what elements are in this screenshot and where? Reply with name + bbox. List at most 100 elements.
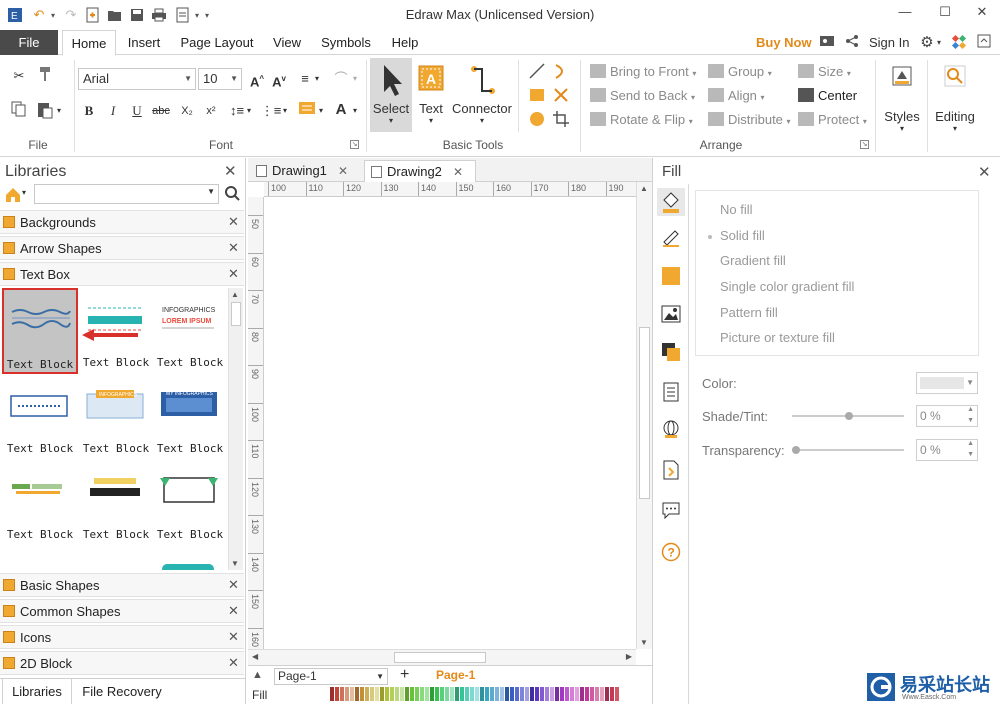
hyperlink-globe-icon[interactable]	[661, 420, 681, 440]
page-select[interactable]: Page-1 ▼	[274, 668, 388, 685]
minimize-icon[interactable]: —	[893, 4, 917, 24]
close-icon[interactable]: ✕	[228, 266, 239, 282]
scroll-up-icon[interactable]: ▲	[231, 290, 239, 299]
font-family-select[interactable]: Arial ▼	[78, 68, 196, 90]
text-block-shape[interactable]: INFOGRAPHICS Text Block	[78, 374, 150, 458]
copy-icon[interactable]	[8, 101, 30, 121]
crop-tool-icon[interactable]	[550, 110, 572, 130]
color-swatch[interactable]	[615, 687, 619, 701]
color-swatch[interactable]	[435, 687, 439, 701]
color-swatch[interactable]	[505, 687, 509, 701]
color-swatch[interactable]	[510, 687, 514, 701]
color-swatch[interactable]	[350, 687, 354, 701]
apps-icon[interactable]	[950, 34, 968, 52]
color-swatch[interactable]	[470, 687, 474, 701]
color-swatch[interactable]	[415, 687, 419, 701]
text-block-shape[interactable]: Text Block	[152, 460, 224, 544]
connector-tool-button[interactable]: Connector ▾	[450, 58, 514, 132]
color-swatch[interactable]	[490, 687, 494, 701]
subscript-button[interactable]: X₂	[176, 101, 198, 121]
crossing-tool-icon[interactable]	[550, 86, 572, 106]
styles-button[interactable]: Styles ▾	[880, 60, 924, 140]
color-picker[interactable]: ▼	[916, 372, 978, 394]
line-spacing-dropdown-icon[interactable]: ▾	[244, 101, 254, 121]
tab-symbols[interactable]: Symbols	[316, 30, 376, 55]
text-block-shape[interactable]: MY INFOGRAPHICS Text Block	[152, 374, 224, 458]
shade-tint-slider-thumb[interactable]	[845, 412, 853, 420]
image-icon[interactable]	[661, 304, 681, 324]
text-highlight-icon[interactable]	[296, 101, 318, 121]
text-tool-button[interactable]: A Text ▾	[414, 58, 448, 132]
color-swatch[interactable]	[345, 687, 349, 701]
bullets-icon[interactable]: ⋮≡	[260, 101, 282, 121]
library-category-icons[interactable]: Icons ✕	[0, 625, 244, 649]
color-swatch[interactable]	[480, 687, 484, 701]
scroll-down-icon[interactable]: ▼	[231, 559, 239, 568]
tab-page-layout[interactable]: Page Layout	[176, 30, 258, 55]
color-swatch[interactable]	[440, 687, 444, 701]
file-menu[interactable]: File	[0, 30, 58, 55]
horizontal-scrollbar[interactable]: ◀ ▶	[248, 649, 636, 665]
close-icon[interactable]: ✕	[453, 161, 463, 183]
bring-to-front-button[interactable]: Bring to Front ▾	[590, 62, 696, 82]
ellipse-tool-icon[interactable]	[526, 110, 548, 130]
color-swatch[interactable]	[500, 687, 504, 701]
maximize-icon[interactable]: ☐	[933, 4, 957, 24]
protect-button[interactable]: Protect ▾	[798, 110, 867, 130]
shadow-color-icon[interactable]	[661, 266, 681, 286]
scrollbar-thumb[interactable]	[639, 327, 650, 499]
pattern-fill-option[interactable]: Pattern fill	[720, 305, 778, 320]
account-card-icon[interactable]	[818, 34, 836, 52]
solid-fill-option[interactable]: Solid fill	[708, 228, 765, 243]
library-category-common-shapes[interactable]: Common Shapes ✕	[0, 599, 244, 623]
color-swatch[interactable]	[450, 687, 454, 701]
shade-tint-input[interactable]: 0 % ▲ ▼	[916, 405, 978, 427]
color-swatch[interactable]	[570, 687, 574, 701]
text-block-shape-selected[interactable]: Text Block	[2, 288, 78, 374]
center-button[interactable]: Center	[798, 86, 857, 106]
vertical-scrollbar[interactable]: ▲ ▼	[636, 182, 652, 649]
color-swatch[interactable]	[550, 687, 554, 701]
color-swatch[interactable]	[340, 687, 344, 701]
library-category-text-box[interactable]: Text Box ✕	[0, 262, 244, 286]
align-dropdown-icon[interactable]: ▾	[312, 69, 322, 89]
color-swatch[interactable]	[385, 687, 389, 701]
tab-view[interactable]: View	[268, 30, 306, 55]
color-swatch[interactable]	[525, 687, 529, 701]
home-icon[interactable]	[4, 186, 22, 204]
scroll-down-icon[interactable]: ▼	[640, 638, 648, 647]
close-icon[interactable]: ✕	[228, 655, 239, 671]
color-swatch[interactable]	[545, 687, 549, 701]
color-swatch[interactable]	[520, 687, 524, 701]
close-icon[interactable]: ✕	[338, 160, 348, 182]
settings-dropdown-icon[interactable]: ▾	[934, 34, 944, 52]
italic-button[interactable]: I	[102, 101, 124, 121]
rotate-flip-button[interactable]: Rotate & Flip ▾	[590, 110, 693, 130]
add-page-icon[interactable]: +	[400, 666, 409, 684]
color-swatch[interactable]	[515, 687, 519, 701]
tab-drawing2[interactable]: Drawing2 ✕	[364, 160, 476, 182]
color-swatch[interactable]	[335, 687, 339, 701]
close-icon[interactable]: ✕	[228, 603, 239, 619]
color-swatch[interactable]	[455, 687, 459, 701]
layers-icon[interactable]	[661, 342, 681, 362]
color-swatch[interactable]	[355, 687, 359, 701]
text-direction-dropdown-icon[interactable]: ▾	[350, 69, 360, 89]
color-swatch[interactable]	[610, 687, 614, 701]
color-swatch[interactable]	[365, 687, 369, 701]
select-tool-button[interactable]: Select ▾	[370, 58, 412, 132]
close-icon[interactable]: ✕	[228, 577, 239, 593]
rectangle-tool-icon[interactable]	[526, 86, 548, 106]
color-swatch[interactable]	[370, 687, 374, 701]
color-swatch[interactable]	[410, 687, 414, 701]
superscript-button[interactable]: x²	[200, 101, 222, 121]
library-category-backgrounds[interactable]: Backgrounds ✕	[0, 210, 244, 234]
comment-icon[interactable]	[661, 500, 681, 520]
decrease-font-icon[interactable]: Av	[268, 69, 290, 89]
library-category-basic-shapes[interactable]: Basic Shapes ✕	[0, 573, 244, 597]
distribute-button[interactable]: Distribute ▾	[708, 110, 791, 130]
send-to-back-button[interactable]: Send to Back ▾	[590, 86, 695, 106]
paste-dropdown-icon[interactable]: ▾	[54, 101, 64, 121]
scrollbar-thumb[interactable]	[394, 652, 486, 663]
sign-in-link[interactable]: Sign In	[869, 30, 909, 55]
